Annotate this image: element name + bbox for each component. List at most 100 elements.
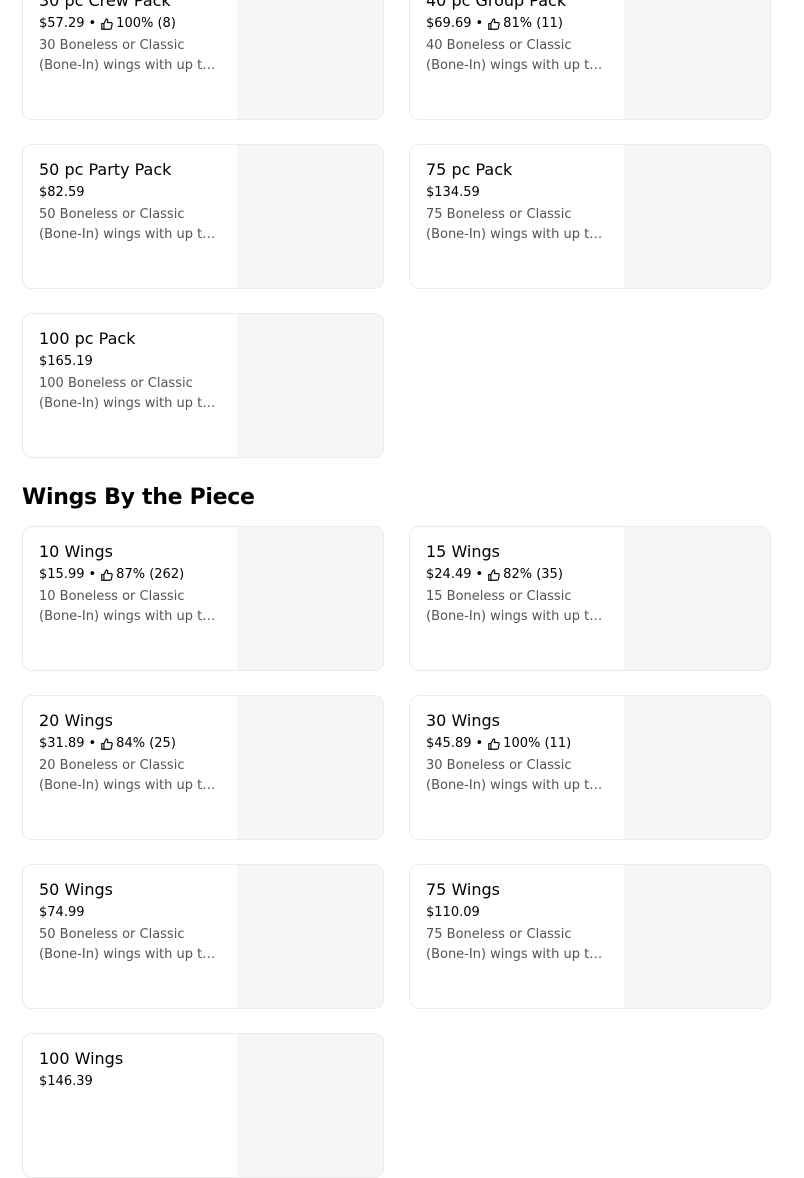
menu-item-info: 40 pc Group Pack $69.69 • 81% (11) 40 Bo… xyxy=(426,0,610,76)
menu-item-description-line-1: 10 Boneless or Classic xyxy=(39,589,185,604)
menu-item-image[interactable] xyxy=(624,696,770,839)
separator-dot: • xyxy=(475,736,484,751)
menu-item-card[interactable]: 100 pc Pack $165.19 • 100 Boneless or Cl… xyxy=(22,313,384,458)
menu-item-card[interactable]: 40 pc Group Pack $69.69 • 81% (11) 40 Bo… xyxy=(409,0,771,120)
menu-item-card[interactable]: 50 Wings $74.99 • 50 Boneless or Classic… xyxy=(22,864,384,1009)
menu-item-description-line-2: (Bone-In) wings with up to ... xyxy=(39,778,223,793)
menu-item-rating: • 81% (11) xyxy=(472,14,563,34)
menu-item-image[interactable] xyxy=(624,527,770,670)
wings-grid: 10 Wings $15.99 • 87% (262) 10 Boneless … xyxy=(22,526,772,1178)
menu-item-title: 50 pc Party Pack xyxy=(39,160,172,179)
menu-item-card[interactable]: 75 Wings $110.09 • 75 Boneless or Classi… xyxy=(409,864,771,1009)
menu-item-title: 75 pc Pack xyxy=(426,160,513,179)
menu-item-info: 100 Wings $146.39 • xyxy=(39,1048,223,1094)
menu-item-rating-text: 87% (262) xyxy=(116,567,185,582)
menu-item-description-line-2: (Bone-In) wings with up to ... xyxy=(39,609,223,624)
thumbs-up-icon xyxy=(100,17,114,31)
separator-dot: • xyxy=(88,736,97,751)
menu-item-image[interactable] xyxy=(237,865,383,1008)
menu-item-description-line-1: 30 Boneless or Classic xyxy=(426,758,572,773)
menu-item-meta: $24.49 • 82% (35) xyxy=(426,565,610,585)
menu-item-image[interactable] xyxy=(237,527,383,670)
menu-item-card[interactable]: 20 Wings $31.89 • 84% (25) 20 Boneless o… xyxy=(22,695,384,840)
thumbs-up-icon xyxy=(487,17,501,31)
menu-item-price: $45.89 xyxy=(426,736,472,751)
menu-item-info: 30 Wings $45.89 • 100% (11) 30 Boneless … xyxy=(426,710,610,796)
menu-item-rating-text: 100% (11) xyxy=(503,736,572,751)
menu-item-price: $146.39 xyxy=(39,1074,93,1089)
thumbs-up-icon xyxy=(100,568,114,582)
menu-item-title: 75 Wings xyxy=(426,880,500,899)
menu-item-price: $69.69 xyxy=(426,16,472,31)
menu-item-meta: $15.99 • 87% (262) xyxy=(39,565,223,585)
menu-item-rating-text: 84% (25) xyxy=(116,736,176,751)
menu-item-image[interactable] xyxy=(237,145,383,288)
menu-item-meta: $82.59 • xyxy=(39,183,223,203)
thumbs-up-icon xyxy=(487,737,501,751)
menu-item-description-line-2: (Bone-In) wings with up to ... xyxy=(426,947,610,962)
menu-item-card[interactable]: 10 Wings $15.99 • 87% (262) 10 Boneless … xyxy=(22,526,384,671)
separator-dot: • xyxy=(475,567,484,582)
menu-item-price: $110.09 xyxy=(426,905,480,920)
menu-item-image[interactable] xyxy=(237,1034,383,1177)
menu-item-title: 100 pc Pack xyxy=(39,329,136,348)
menu-item-title: 50 Wings xyxy=(39,880,113,899)
menu-item-description-line-1: 30 Boneless or Classic xyxy=(39,38,185,53)
menu-item-card[interactable]: 30 pc Crew Pack $57.29 • 100% (8) 30 Bon… xyxy=(22,0,384,120)
menu-item-meta: $69.69 • 81% (11) xyxy=(426,14,610,34)
menu-item-description-line-2: (Bone-In) wings with up to ... xyxy=(426,609,610,624)
menu-item-image[interactable] xyxy=(237,314,383,457)
menu-item-card[interactable]: 15 Wings $24.49 • 82% (35) 15 Boneless o… xyxy=(409,526,771,671)
menu-item-card[interactable]: 30 Wings $45.89 • 100% (11) 30 Boneless … xyxy=(409,695,771,840)
menu-item-rating: • 100% (8) xyxy=(85,14,176,34)
menu-item-rating-text: 82% (35) xyxy=(503,567,563,582)
menu-item-price: $31.89 xyxy=(39,736,85,751)
menu-item-description-line-1: 40 Boneless or Classic xyxy=(426,38,572,53)
menu-item-info: 75 Wings $110.09 • 75 Boneless or Classi… xyxy=(426,879,610,965)
menu-item-price: $134.59 xyxy=(426,185,480,200)
menu-item-card[interactable]: 100 Wings $146.39 • xyxy=(22,1033,384,1178)
menu-item-rating-text: 81% (11) xyxy=(503,16,563,31)
menu-item-description-line-1: 100 Boneless or Classic xyxy=(39,376,193,391)
menu-item-description-line-1: 20 Boneless or Classic xyxy=(39,758,185,773)
menu-item-info: 20 Wings $31.89 • 84% (25) 20 Boneless o… xyxy=(39,710,223,796)
menu-item-meta: $110.09 • xyxy=(426,903,610,923)
menu-item-description-line-2: (Bone-In) wings with up to ... xyxy=(426,58,610,73)
menu-item-price: $165.19 xyxy=(39,354,93,369)
menu-item-card[interactable]: 75 pc Pack $134.59 • 75 Boneless or Clas… xyxy=(409,144,771,289)
menu-item-meta: $31.89 • 84% (25) xyxy=(39,734,223,754)
menu-item-meta: $57.29 • 100% (8) xyxy=(39,14,223,34)
menu-item-rating: • 100% (11) xyxy=(472,734,572,754)
menu-item-image[interactable] xyxy=(237,696,383,839)
menu-item-title: 10 Wings xyxy=(39,542,113,561)
menu-page: 30 pc Crew Pack $57.29 • 100% (8) 30 Bon… xyxy=(0,0,804,1178)
menu-item-info: 50 Wings $74.99 • 50 Boneless or Classic… xyxy=(39,879,223,965)
menu-item-meta: $146.39 • xyxy=(39,1072,223,1092)
menu-item-description-line-2: (Bone-In) wings with up to ... xyxy=(39,947,223,962)
menu-item-description-line-1: 50 Boneless or Classic xyxy=(39,927,185,942)
menu-item-info: 100 pc Pack $165.19 • 100 Boneless or Cl… xyxy=(39,328,223,414)
menu-item-description-line-2: (Bone-In) wings with up to ... xyxy=(39,58,223,73)
menu-item-rating-text: 100% (8) xyxy=(116,16,176,31)
menu-item-title: 15 Wings xyxy=(426,542,500,561)
menu-item-title: 30 Wings xyxy=(426,711,500,730)
menu-item-description-line-2: (Bone-In) wings with up to ... xyxy=(39,396,223,411)
menu-item-price: $15.99 xyxy=(39,567,85,582)
menu-item-image[interactable] xyxy=(237,0,383,119)
menu-item-description-line-1: 75 Boneless or Classic xyxy=(426,207,572,222)
menu-item-image[interactable] xyxy=(624,865,770,1008)
section-title-wings-by-piece: Wings By the Piece xyxy=(22,485,255,510)
separator-dot: • xyxy=(88,16,97,31)
menu-item-title: 20 Wings xyxy=(39,711,113,730)
menu-item-info: 50 pc Party Pack $82.59 • 50 Boneless or… xyxy=(39,159,223,245)
menu-item-rating: • 87% (262) xyxy=(85,565,185,585)
menu-item-info: 30 pc Crew Pack $57.29 • 100% (8) 30 Bon… xyxy=(39,0,223,76)
menu-item-image[interactable] xyxy=(624,145,770,288)
menu-item-image[interactable] xyxy=(624,0,770,119)
menu-item-card[interactable]: 50 pc Party Pack $82.59 • 50 Boneless or… xyxy=(22,144,384,289)
thumbs-up-icon xyxy=(487,568,501,582)
menu-item-description-line-2: (Bone-In) wings with up to ... xyxy=(426,227,610,242)
menu-item-meta: $74.99 • xyxy=(39,903,223,923)
menu-item-rating: • 84% (25) xyxy=(85,734,176,754)
separator-dot: • xyxy=(475,16,484,31)
